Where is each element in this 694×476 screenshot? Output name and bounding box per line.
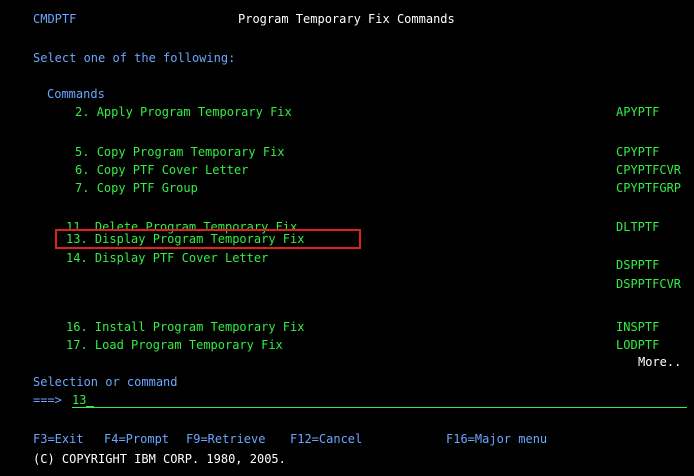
command-code: CPYPTF — [616, 145, 660, 159]
menu-option-apply-ptf[interactable]: 2. Apply Program Temporary Fix — [75, 105, 292, 119]
screen-title: Program Temporary Fix Commands — [238, 12, 455, 26]
menu-option-display-ptf[interactable]: 13. Display Program Temporary Fix — [66, 232, 304, 246]
screen-name: CMDPTF — [33, 12, 77, 26]
text-cursor — [86, 406, 95, 407]
section-label-commands: Commands — [47, 87, 105, 101]
option-label: Copy PTF Cover Letter — [96, 163, 249, 177]
menu-option-copy-ptf[interactable]: 5. Copy Program Temporary Fix — [75, 145, 285, 159]
option-number: 13. — [66, 232, 88, 246]
option-number: 16. — [66, 320, 88, 334]
command-code: INSPTF — [616, 320, 660, 334]
option-label: Load Program Temporary Fix — [94, 338, 283, 352]
function-key-f16[interactable]: F16=Major menu — [446, 432, 547, 446]
option-label: Display PTF Cover Letter — [94, 251, 269, 265]
command-code: APYPTF — [616, 105, 660, 119]
option-label: Install Program Temporary Fix — [94, 320, 305, 334]
command-code: DSPPTF — [616, 258, 660, 272]
option-label: Display Program Temporary Fix — [94, 232, 305, 246]
option-number: 17. — [66, 338, 88, 352]
menu-option-copy-ptf-cover-letter[interactable]: 6. Copy PTF Cover Letter — [75, 163, 248, 177]
command-input-value: 13 — [72, 393, 87, 407]
menu-option-display-ptf-cover-letter[interactable]: 14. Display PTF Cover Letter — [66, 251, 268, 265]
command-code: CPYPTFCVR — [616, 163, 682, 177]
function-key-f12[interactable]: F12=Cancel — [290, 432, 362, 446]
menu-option-install-ptf[interactable]: 16. Install Program Temporary Fix — [66, 320, 304, 334]
option-number: 2. — [75, 105, 90, 119]
option-label: Apply Program Temporary Fix — [96, 105, 292, 119]
menu-option-copy-ptf-group[interactable]: 7. Copy PTF Group — [75, 181, 198, 195]
command-code: LODPTF — [616, 338, 660, 352]
option-number: 14. — [66, 251, 88, 265]
option-number: 5. — [75, 145, 90, 159]
option-number: 6. — [75, 163, 90, 177]
option-number: 7. — [75, 181, 90, 195]
function-key-f9[interactable]: F9=Retrieve — [186, 432, 265, 446]
command-code: CPYPTFGRP — [616, 181, 682, 195]
function-key-f3[interactable]: F3=Exit — [33, 432, 84, 446]
copyright-notice: (C) COPYRIGHT IBM CORP. 1980, 2005. — [33, 452, 286, 466]
command-code: DLTPTF — [616, 220, 660, 234]
selection-label: Selection or command — [33, 375, 178, 389]
more-indicator: More.. — [638, 355, 682, 369]
function-key-f4[interactable]: F4=Prompt — [104, 432, 169, 446]
command-code: DSPPTFCVR — [616, 277, 682, 291]
option-label: Copy PTF Group — [96, 181, 198, 195]
terminal-screen: CMDPTF Program Temporary Fix Commands Se… — [0, 0, 694, 476]
menu-option-load-ptf[interactable]: 17. Load Program Temporary Fix — [66, 338, 283, 352]
select-prompt: Select one of the following: — [33, 51, 236, 65]
command-input[interactable]: 13 — [72, 393, 687, 408]
command-arrow: ===> — [33, 393, 62, 407]
option-label: Copy Program Temporary Fix — [96, 145, 285, 159]
